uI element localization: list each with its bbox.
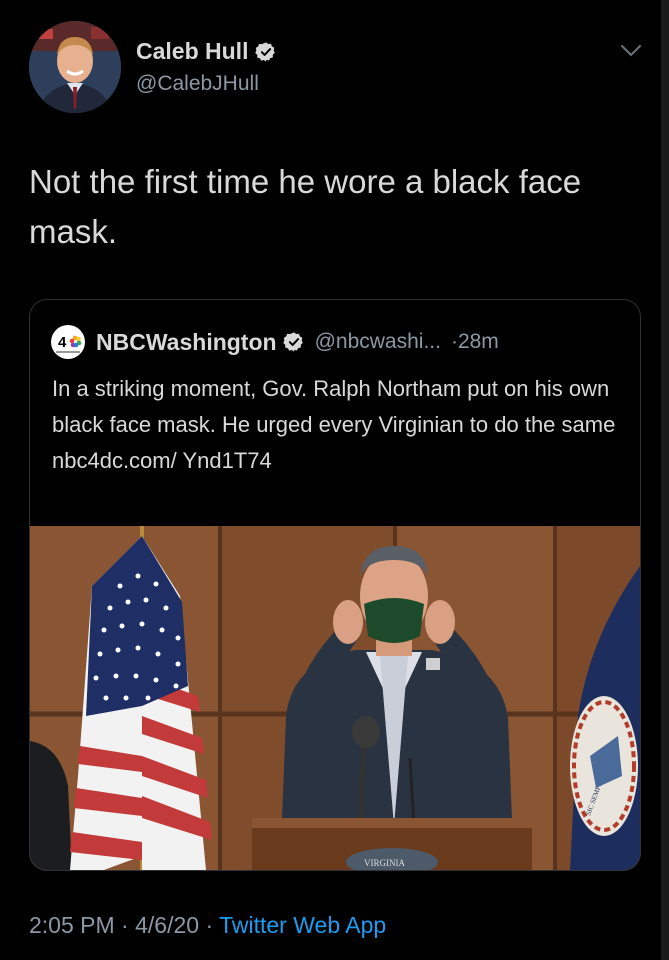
scrollbar-track[interactable] bbox=[661, 0, 669, 960]
verified-badge-icon bbox=[282, 332, 303, 352]
svg-text:VIRGINIA: VIRGINIA bbox=[364, 858, 405, 868]
quoted-author-name[interactable]: NBCWashington bbox=[96, 329, 277, 356]
quoted-tweet[interactable]: 4 NBCWashington @nbcwashi... ·28m In a s… bbox=[29, 299, 641, 871]
meta-separator: · bbox=[121, 912, 129, 938]
tweet-metadata: 2:05 PM · 4/6/20 · Twitter Web App bbox=[29, 912, 386, 939]
verified-badge-icon bbox=[255, 41, 276, 62]
tweet-source-link[interactable]: Twitter Web App bbox=[219, 912, 386, 938]
author-handle[interactable]: @CalebJHull bbox=[136, 72, 259, 96]
tweet-text: Not the first time he wore a black face … bbox=[29, 163, 582, 250]
author-name[interactable]: Caleb Hull bbox=[136, 38, 248, 65]
quoted-tweet-age[interactable]: ·28m bbox=[451, 330, 499, 354]
quoted-tweet-text: In a striking moment, Gov. Ralph Northam… bbox=[52, 376, 616, 473]
quoted-author-handle[interactable]: @nbcwashi... bbox=[315, 330, 441, 354]
nbc-peacock-logo: 4 bbox=[51, 325, 85, 359]
quoted-tweet-photo[interactable]: SIC SEMPER TYRANNIS VIRGINIA bbox=[30, 526, 640, 870]
avatar[interactable] bbox=[29, 21, 121, 113]
chevron-down-icon[interactable] bbox=[620, 44, 642, 58]
meta-separator: · bbox=[205, 912, 214, 938]
svg-text:4: 4 bbox=[58, 334, 67, 351]
tweet-time[interactable]: 2:05 PM bbox=[29, 912, 115, 938]
tweet-date[interactable]: 4/6/20 bbox=[135, 912, 199, 938]
